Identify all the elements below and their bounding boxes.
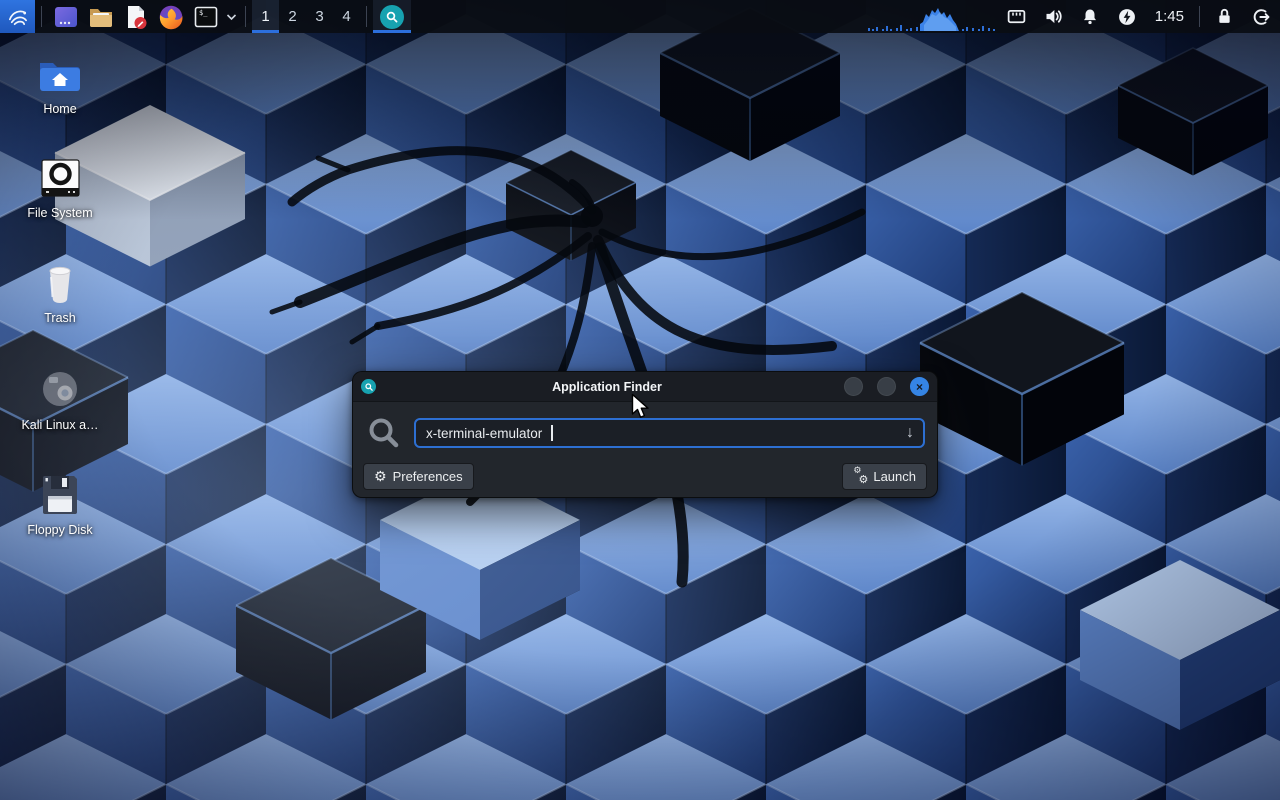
kali-menu-icon [6,5,29,28]
launcher-terminal[interactable]: $_ [188,0,223,33]
mouse-cursor [631,393,653,421]
application-finder-icon [361,379,376,394]
search-icon [367,416,401,450]
volume-indicator[interactable] [1035,0,1072,33]
preferences-label: Preferences [393,469,463,484]
panel-separator [1199,6,1200,27]
search-input-value: x-terminal-emulator [426,426,542,441]
launch-button[interactable]: ⚙⚙ Launch [842,463,927,490]
close-icon: × [916,381,923,393]
application-finder-icon [380,5,404,29]
files-app-icon [53,4,79,30]
minimize-button[interactable] [844,377,863,396]
desktop-icon-label: Trash [44,311,76,325]
desktop-icon-label: File System [27,206,92,220]
floppy-disk-icon [37,473,83,517]
log-out-button[interactable] [1243,0,1280,33]
workspace-1-label: 1 [261,8,269,25]
text-editor-icon [123,4,149,30]
text-caret [551,425,553,441]
terminal-dropdown-button[interactable] [223,0,239,33]
panel-left: $_ 1 2 3 4 [0,0,411,33]
application-finder-window: Application Finder × x-terminal-emulator… [352,371,938,498]
window-title: Application Finder [384,380,830,394]
power-manager-indicator[interactable] [1109,0,1146,33]
hard-drive-icon [37,158,83,200]
notifications-indicator[interactable] [1072,0,1109,33]
terminal-icon: $_ [193,4,219,30]
volume-icon [1043,6,1064,27]
workspace-1[interactable]: 1 [252,0,279,33]
top-panel: $_ 1 2 3 4 [0,0,1280,33]
lock-screen-icon [1215,7,1234,26]
chevron-down-icon [226,13,237,21]
desktop-icon-label: Floppy Disk [27,523,92,537]
launcher-text-editor[interactable] [118,0,153,33]
arrow-down-icon[interactable]: ↓ [906,425,914,441]
svg-text:$_: $_ [199,9,208,17]
trash-bin-icon [37,263,83,305]
network-icon [1006,6,1027,27]
kali-menu-button[interactable] [0,0,35,33]
lock-screen-button[interactable] [1206,0,1243,33]
close-button[interactable]: × [910,377,929,396]
preferences-button[interactable]: ⚙ Preferences [363,463,474,490]
firefox-icon [158,4,184,30]
clock-label: 1:45 [1155,8,1184,25]
file-manager-icon [88,4,114,30]
desktop-icon-file-system[interactable]: File System [12,158,108,220]
launch-label: Launch [873,469,916,484]
kali-docs-ghost-icon [37,368,83,412]
desktop-icon-home[interactable]: Home [12,56,108,116]
workspace-3[interactable]: 3 [306,0,333,33]
panel-separator [366,6,367,27]
panel-right: 1:45 [866,0,1280,33]
power-manager-icon [1117,7,1137,27]
desktop-icon-trash[interactable]: Trash [12,263,108,325]
workspace-2-label: 2 [288,8,296,25]
workspace-2[interactable]: 2 [279,0,306,33]
desktop-icon-kali-linux[interactable]: Kali Linux a… [12,368,108,432]
desktop-icon-label: Kali Linux a… [21,418,98,432]
maximize-button[interactable] [877,377,896,396]
launch-icon: ⚙⚙ [853,469,867,484]
cpu-graph[interactable] [866,0,998,33]
launcher-firefox[interactable] [153,0,188,33]
taskbar-application-finder[interactable] [373,0,411,33]
search-input[interactable]: x-terminal-emulator ↓ [414,418,925,448]
button-row: ⚙ Preferences ⚙⚙ Launch [363,463,927,490]
launcher-file-manager[interactable] [83,0,118,33]
panel-spacer [411,0,866,33]
home-folder-icon [37,56,83,96]
workspace-3-label: 3 [315,8,323,25]
network-indicator[interactable] [998,0,1035,33]
panel-separator [245,6,246,27]
search-row: x-terminal-emulator ↓ [367,416,925,450]
log-out-icon [1252,7,1272,27]
launcher-files-app[interactable] [48,0,83,33]
workspace-4-label: 4 [342,8,350,25]
gear-icon: ⚙ [374,470,387,484]
desktop-icon-label: Home [43,102,76,116]
desktop-screen: $_ 1 2 3 4 [0,0,1280,800]
desktop-icon-floppy-disk[interactable]: Floppy Disk [12,473,108,537]
notifications-bell-icon [1080,7,1100,27]
clock[interactable]: 1:45 [1146,0,1193,33]
panel-separator [41,6,42,27]
workspace-4[interactable]: 4 [333,0,360,33]
